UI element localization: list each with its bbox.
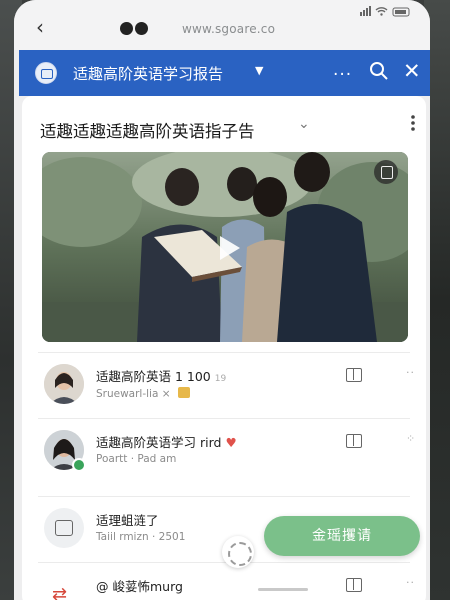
swap-arrows-icon: ⇄ <box>52 584 68 600</box>
close-icon[interactable]: ✕ <box>403 59 421 83</box>
verified-badge-icon <box>72 458 86 472</box>
trophy-icon <box>177 387 190 398</box>
expand-icon[interactable]: ⁘ <box>406 432 416 445</box>
divider <box>38 352 410 353</box>
list-item[interactable]: 适趣高阶英语学习 rird ♥ Poartt · Pad am ⁘ <box>22 418 426 484</box>
kebab-icon[interactable] <box>410 114 418 132</box>
divider <box>38 418 410 419</box>
loading-spinner-icon <box>222 536 254 568</box>
more-dots-icon[interactable]: ·· <box>406 576 415 589</box>
list-item[interactable]: ⇄ @ 峻荽怖murg ·· <box>22 562 426 600</box>
bookmark-icon[interactable] <box>374 160 398 184</box>
card-title: 适趣适趣适趣高阶英语指子告 <box>40 122 255 141</box>
item-title-text: 适趣高阶英语学习 rird <box>96 435 222 450</box>
item-title: @ 峻荽怖murg <box>96 579 183 594</box>
video-player[interactable] <box>42 152 408 342</box>
list-item[interactable]: 适趣高阶英语 1 100 19 Sruewarl-lia × ·· <box>22 352 426 418</box>
app-header: 适趣高阶英语学习报告 ▼ ... ✕ <box>19 50 430 96</box>
item-title: 适理蛆涟了 <box>96 513 159 528</box>
item-subtitle: Taiil rmizn · 2501 <box>96 531 186 543</box>
book-icon[interactable] <box>346 434 362 448</box>
back-arrow-icon[interactable]: ‹ <box>36 17 56 37</box>
search-icon[interactable] <box>369 61 389 81</box>
browser-bar: ‹ www.sgoare.co <box>14 0 430 50</box>
divider <box>38 496 410 497</box>
item-title-suffix: 19 <box>214 374 227 384</box>
play-icon[interactable] <box>210 230 246 266</box>
item-title-text: 适趣高阶英语 1 100 <box>96 369 211 384</box>
item-title: 适趣高阶英语 1 100 19 <box>96 366 226 385</box>
url-text[interactable]: www.sgoare.co <box>182 22 275 36</box>
app-calendar-icon[interactable] <box>35 62 57 84</box>
book-icon[interactable] <box>346 578 362 592</box>
item-subtitle: Poartt · Pad am <box>96 453 177 465</box>
primary-action-button[interactable]: 金瑶攫请 <box>264 516 420 556</box>
book-icon[interactable] <box>346 368 362 382</box>
caret-down-icon[interactable]: ▼ <box>255 64 263 77</box>
app-title[interactable]: 适趣高阶英语学习报告 <box>73 63 223 84</box>
item-subtitle: Sruewarl-lia × <box>96 387 190 400</box>
camera-cutout <box>120 22 150 36</box>
avatar <box>44 364 84 404</box>
divider <box>38 562 410 563</box>
item-subtitle-text: Sruewarl-lia × <box>96 388 171 400</box>
chevron-down-icon[interactable]: ⌄ <box>298 116 310 132</box>
phone-screen: ‹ www.sgoare.co 适趣高阶英语学习报告 ▼ ... ✕ 适趣适趣适… <box>14 0 430 600</box>
heart-icon: ♥ <box>225 435 237 450</box>
more-menu-button[interactable]: ... <box>333 60 352 80</box>
home-indicator <box>258 588 308 591</box>
more-dots-icon[interactable]: ·· <box>406 366 415 379</box>
report-card: 适趣适趣适趣高阶英语指子告 ⌄ 适趣高阶英语 1 100 19 Sruewarl… <box>22 96 426 600</box>
item-title: 适趣高阶英语学习 rird ♥ <box>96 432 237 451</box>
status-icons <box>360 5 412 20</box>
document-tile-icon <box>44 508 84 548</box>
